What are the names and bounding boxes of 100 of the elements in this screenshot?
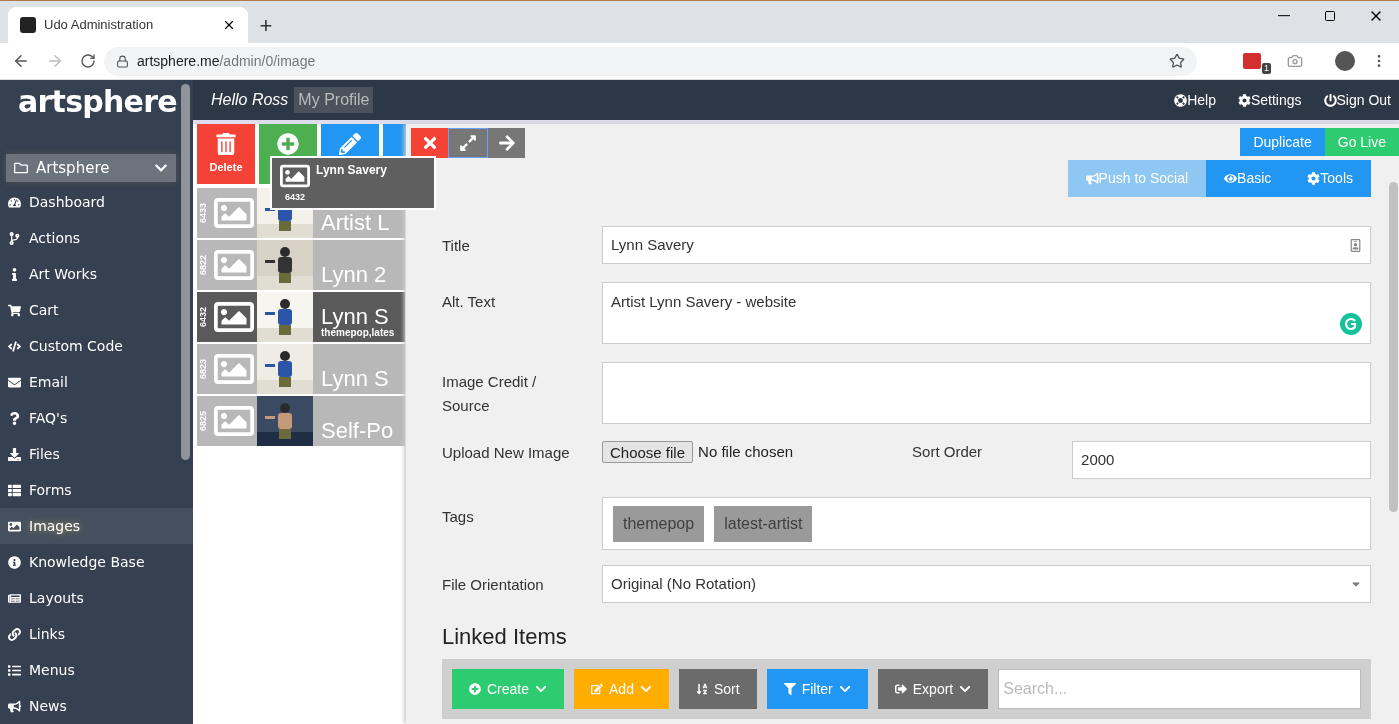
lifebuoy-icon (1174, 93, 1188, 107)
settings-icon (1237, 93, 1251, 107)
url-text: artsphere.me/admin/0/image (137, 51, 316, 71)
info-icon (8, 555, 21, 569)
sidebar-item[interactable]: Dashboard (0, 184, 193, 220)
expand-button[interactable] (448, 128, 488, 158)
sidebar-item[interactable]: Layouts (0, 580, 193, 616)
choose-file-button[interactable]: Choose file (602, 441, 694, 463)
image-id: 6432 (197, 307, 209, 327)
chevron-down-icon (838, 683, 851, 695)
forward-icon (46, 52, 64, 70)
site-logo-icon (20, 17, 36, 33)
sidebar-item[interactable]: Images (0, 508, 193, 544)
envelope-icon (8, 375, 21, 389)
chevron-down-icon (959, 683, 972, 695)
sidebar-item[interactable]: News (0, 688, 193, 724)
field-label: Upload New Image (442, 443, 571, 463)
file-status: No file chosen (698, 442, 795, 462)
new-tab-button[interactable]: + (248, 7, 284, 43)
pencil-icon (339, 133, 361, 155)
sidebar-item[interactable]: Menus (0, 652, 193, 688)
plus-icon (277, 133, 299, 155)
toolbar-button[interactable]: Sort (678, 669, 757, 709)
sidebar-item[interactable]: Actions (0, 220, 193, 256)
profile-link[interactable]: My Profile (294, 87, 374, 113)
camera-icon (1287, 53, 1303, 69)
bullhorn-icon (8, 699, 21, 713)
preview-title: Lynn Savery (316, 162, 387, 179)
export-icon (894, 683, 907, 695)
lock-icon (116, 54, 129, 68)
sidebar-item[interactable]: Knowledge Base (0, 544, 193, 580)
image-title: Lynn S (321, 306, 389, 328)
chevron-down-icon (535, 683, 548, 695)
sidebar-item[interactable]: Custom Code (0, 328, 193, 364)
browser-tab[interactable]: Udo Administration (8, 7, 248, 43)
field-label: Sort Order (912, 442, 984, 462)
field-label: Tags (442, 507, 475, 527)
star-icon (1169, 53, 1185, 69)
trash-icon (215, 132, 237, 155)
expand-icon (459, 134, 477, 152)
image-title: Lynn 2 (321, 264, 387, 286)
link-icon (8, 627, 21, 641)
sidebar-item[interactable]: Cart (0, 292, 193, 328)
avatar-icon[interactable] (1335, 51, 1355, 71)
filter-icon (783, 683, 796, 695)
download-icon (8, 447, 21, 461)
sidebar-item[interactable]: Email (0, 364, 193, 400)
eye-icon (1224, 172, 1238, 185)
plus-icon (469, 683, 481, 695)
field-label: Image Credit / Source (442, 372, 538, 416)
arrow-right-icon (497, 134, 516, 152)
text-field[interactable]: Lynn Savery (602, 226, 1371, 264)
image-tags: themepop,lates (321, 328, 395, 338)
sidebar-item[interactable]: Links (0, 616, 193, 652)
tab-title: Udo Administration (44, 16, 155, 35)
select-field[interactable]: Original (No Rotation) (602, 565, 1371, 603)
power-icon (1323, 93, 1337, 107)
delete-button[interactable]: Delete (197, 124, 255, 184)
folder-icon (14, 161, 28, 175)
sidebar-item[interactable]: Art Works (0, 256, 193, 292)
header-link[interactable]: Sign Out (1323, 89, 1391, 111)
text-area[interactable]: Artist Lynn Savery - website (602, 282, 1371, 344)
image-row[interactable]: 6432 Lynn S themepop,lates (197, 292, 405, 342)
minimize-icon (1278, 15, 1290, 17)
image-title: Lynn S (321, 368, 389, 390)
list-icon (8, 663, 21, 677)
table-icon (8, 483, 21, 497)
code-icon (8, 339, 21, 353)
close-button[interactable] (411, 128, 448, 158)
branch-icon (8, 231, 21, 245)
image-icon (8, 519, 21, 533)
image-id: 6823 (197, 359, 209, 379)
chevron-down-icon (639, 683, 652, 695)
next-button[interactable] (488, 128, 525, 158)
toolbar-button[interactable]: Export (877, 669, 989, 709)
image-title: Self-Po (321, 420, 394, 442)
settings-icon (1307, 172, 1321, 185)
logo: artsphere (17, 83, 178, 120)
header-link[interactable]: Settings (1237, 89, 1302, 111)
newspaper-icon (8, 591, 21, 605)
greeting: Hello Ross (211, 90, 289, 110)
sort-order-field[interactable]: 2000 (1072, 441, 1371, 479)
image-id: 6825 (197, 411, 209, 431)
field-label: Alt. Text (442, 292, 497, 312)
tag-chip: latest-artist (714, 505, 813, 542)
workspace-selector[interactable]: Artsphere (6, 154, 176, 182)
sidebar-item[interactable]: Forms (0, 472, 193, 508)
field-label: Title (442, 236, 471, 256)
image-id: 6433 (197, 203, 209, 223)
dashboard-icon (8, 195, 21, 209)
sidebar-item[interactable]: FAQ's (0, 400, 193, 436)
question-icon (8, 411, 21, 425)
header-link[interactable]: Help (1174, 89, 1216, 111)
search-field[interactable]: Search... (998, 669, 1361, 709)
cart-icon (8, 303, 21, 317)
address-bar[interactable]: artsphere.me/admin/0/image (104, 46, 1197, 76)
tags-field[interactable]: themepop latest-artist (602, 497, 1371, 550)
close-icon (222, 18, 236, 32)
tag-chip: themepop (613, 505, 705, 542)
sidebar-item[interactable]: Files (0, 436, 193, 472)
